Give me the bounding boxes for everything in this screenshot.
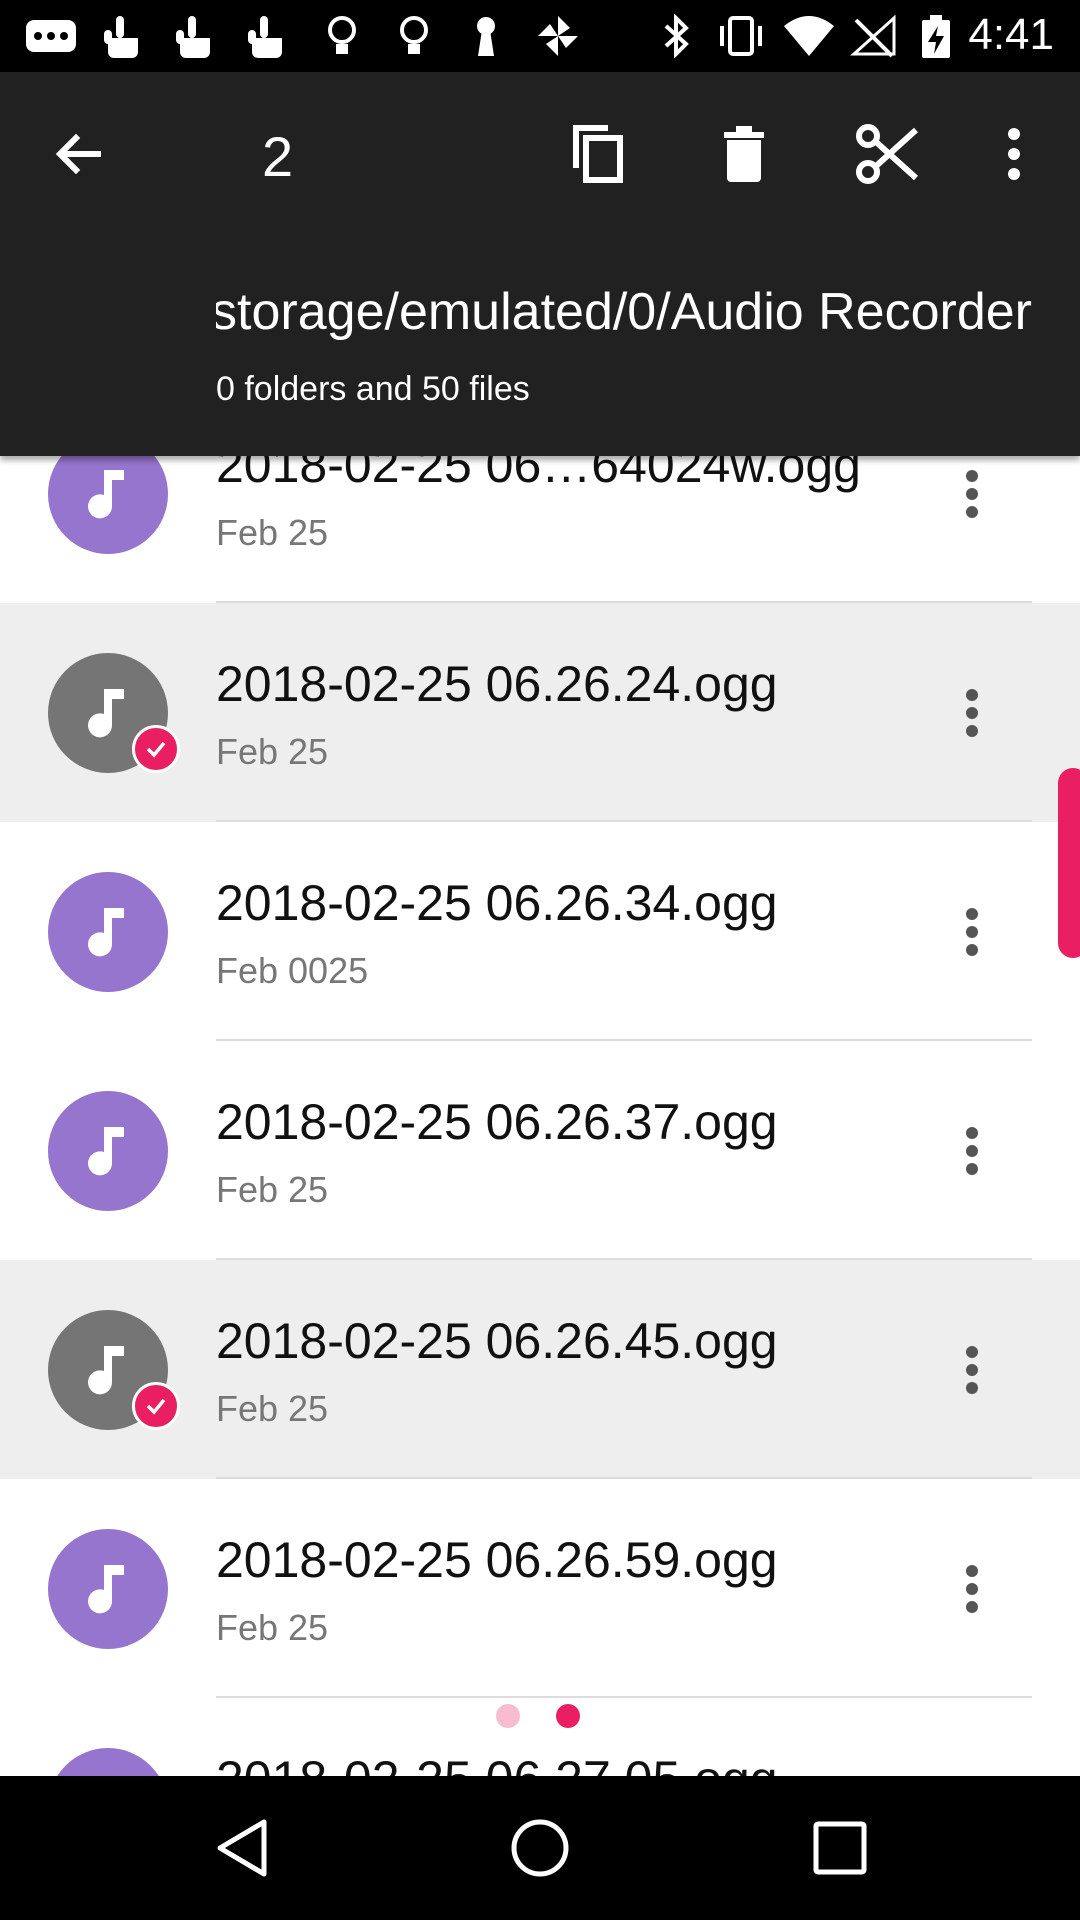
file-date: Feb 25 <box>216 731 329 772</box>
selected-badge <box>132 725 180 773</box>
more-vert-icon <box>966 1127 978 1175</box>
check-icon <box>146 741 166 758</box>
recents-nav-icon <box>813 1821 867 1875</box>
audio-file-icon[interactable] <box>48 1748 168 1776</box>
home-nav-icon <box>511 1819 569 1877</box>
music-note-icon <box>88 1127 124 1176</box>
check-icon <box>146 1398 166 1415</box>
more-vert-icon <box>966 908 978 956</box>
music-note-icon <box>88 689 124 738</box>
file-name: 2018-02-25 06.27.05.ogg <box>216 1750 778 1776</box>
back-button[interactable] <box>36 112 120 196</box>
file-name: 2018-02-25 06…64024w.ogg <box>216 456 861 493</box>
file-date: Feb 25 <box>216 1169 329 1210</box>
file-name: 2018-02-25 06.26.45.ogg <box>216 1313 778 1369</box>
audio-file-icon[interactable] <box>48 1529 168 1649</box>
more-vert-icon <box>966 689 978 737</box>
file-name: 2018-02-25 06.26.24.ogg <box>216 656 778 712</box>
file-row[interactable]: 2018-02-25 06.26.24.ogg Feb 25 <box>0 603 1080 822</box>
file-row[interactable]: 2018-02-25 06.26.59.ogg Feb 25 <box>0 1479 1080 1698</box>
file-options-button[interactable] <box>942 1547 1002 1631</box>
nav-home-button[interactable] <box>496 1804 584 1892</box>
file-date: Feb 0025 <box>216 950 369 991</box>
file-row[interactable]: 2018-02-25 06.26.37.ogg Feb 25 <box>0 1041 1080 1260</box>
nav-back-button[interactable] <box>198 1804 286 1892</box>
copy-button[interactable] <box>556 112 640 196</box>
selection-action-bar: 2 /storage/emulated/0/Audio Recorder 0 f… <box>0 72 1080 456</box>
file-options-button[interactable] <box>942 1328 1002 1412</box>
vibrate-icon <box>714 14 762 58</box>
file-date: Feb 25 <box>216 512 329 553</box>
file-name: 2018-02-25 06.26.59.ogg <box>216 1532 778 1588</box>
current-path: /storage/emulated/0/Audio Recorder <box>216 282 1032 352</box>
clock: 4:41 <box>968 10 1054 59</box>
page-indicator <box>496 1704 586 1728</box>
cut-icon <box>856 124 919 184</box>
file-options-button[interactable] <box>942 456 1002 536</box>
file-options-button[interactable] <box>942 671 1002 755</box>
no-signal-icon <box>850 14 898 58</box>
selected-count: 2 <box>262 125 294 188</box>
copy-icon <box>573 125 623 183</box>
bulb-icon <box>394 14 442 58</box>
file-list[interactable]: 2018-02-25 06…64024w.ogg Feb 25 2018-02-25… <box>0 456 1080 1776</box>
audio-file-icon[interactable] <box>48 1091 168 1211</box>
music-note-icon <box>88 1346 124 1395</box>
file-options-button[interactable] <box>942 890 1002 974</box>
file-date: Feb 25 <box>216 1607 329 1648</box>
status-bar: 4:41 <box>0 0 1080 72</box>
bluetooth-icon <box>656 13 704 59</box>
file-name: 2018-02-25 06.26.37.ogg <box>216 1094 778 1150</box>
touch-icon <box>244 14 292 58</box>
touch-icon <box>100 14 148 58</box>
delete-button[interactable] <box>702 112 786 196</box>
audio-file-icon[interactable] <box>48 872 168 992</box>
page-dot <box>496 1704 520 1728</box>
file-row[interactable]: 2018-02-25 06.26.34.ogg Feb 0025 <box>0 822 1080 1041</box>
message-icon <box>24 14 76 58</box>
more-vert-icon <box>966 470 978 518</box>
audio-file-icon[interactable] <box>48 456 168 554</box>
more-vert-icon <box>966 1565 978 1613</box>
current-path-label: /storage/emulated/0/Audio Recorder <box>216 283 1032 341</box>
overflow-menu-button[interactable] <box>972 112 1056 196</box>
navigation-bar <box>0 1776 1080 1920</box>
file-options-button[interactable] <box>942 1109 1002 1193</box>
bulb-icon <box>322 14 370 58</box>
cut-button[interactable] <box>846 112 930 196</box>
delete-icon <box>724 126 764 182</box>
selected-badge <box>132 1382 180 1430</box>
music-note-icon <box>88 470 124 519</box>
fast-scroll-thumb[interactable] <box>1058 768 1080 958</box>
battery-charging-icon <box>916 14 964 58</box>
file-date: Feb 25 <box>216 1388 329 1429</box>
music-note-icon <box>88 1565 124 1614</box>
page-dot-active <box>556 1704 580 1728</box>
more-vert-icon <box>966 1346 978 1394</box>
file-name: 2018-02-25 06.26.34.ogg <box>216 875 778 931</box>
back-nav-icon <box>217 1819 267 1877</box>
nav-recents-button[interactable] <box>796 1804 884 1892</box>
keyhole-icon <box>466 14 514 58</box>
more-vert-icon <box>1008 128 1020 180</box>
folder-summary: 0 folders and 50 files <box>216 370 530 408</box>
music-note-icon <box>88 908 124 957</box>
pinwheel-icon <box>534 14 582 58</box>
back-icon <box>55 133 101 175</box>
touch-icon <box>172 14 220 58</box>
wifi-icon <box>782 14 834 58</box>
file-row[interactable]: 2018-02-25 06…64024w.ogg Feb 25 <box>0 456 1080 603</box>
file-options-button[interactable] <box>942 1766 1002 1776</box>
file-row[interactable]: 2018-02-25 06.26.45.ogg Feb 25 <box>0 1260 1080 1479</box>
